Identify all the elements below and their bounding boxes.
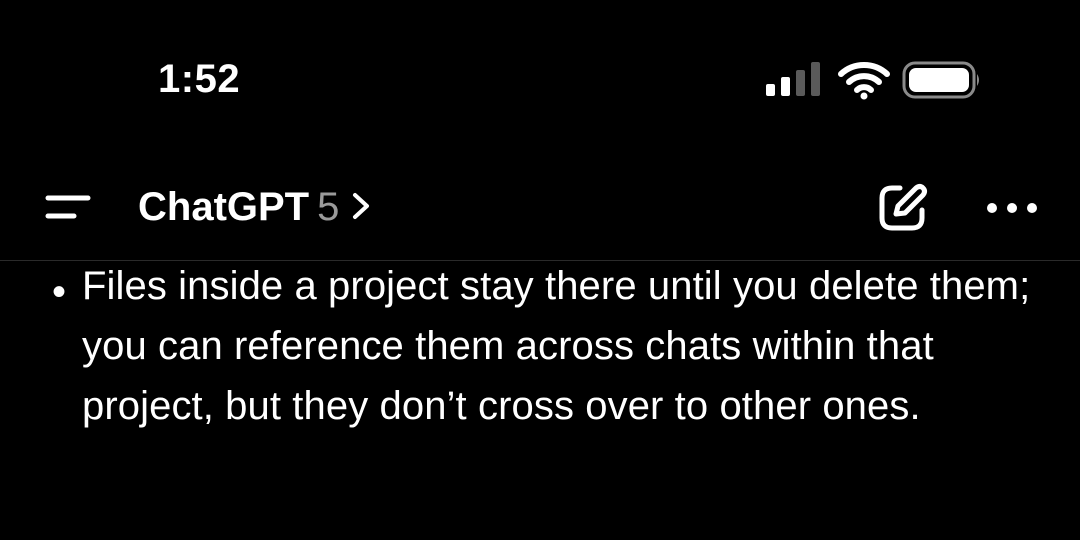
battery-icon <box>902 61 979 99</box>
assistant-message-text: Files inside a project stay there until … <box>82 264 1031 428</box>
app-title: ChatGPT <box>138 185 310 229</box>
chevron-right-icon <box>353 193 370 220</box>
wifi-icon <box>838 62 890 100</box>
more-options-icon[interactable] <box>984 196 1040 220</box>
cellular-signal-icon <box>766 62 820 96</box>
model-selector[interactable]: ChatGPT 5 <box>138 182 371 232</box>
status-time: 1:52 <box>158 57 241 101</box>
new-chat-icon[interactable] <box>876 182 928 234</box>
menu-icon[interactable] <box>42 190 94 224</box>
model-version: 5 <box>317 185 340 229</box>
bullet-marker: • <box>52 270 67 314</box>
status-bar: 1:52 <box>0 0 1080 150</box>
